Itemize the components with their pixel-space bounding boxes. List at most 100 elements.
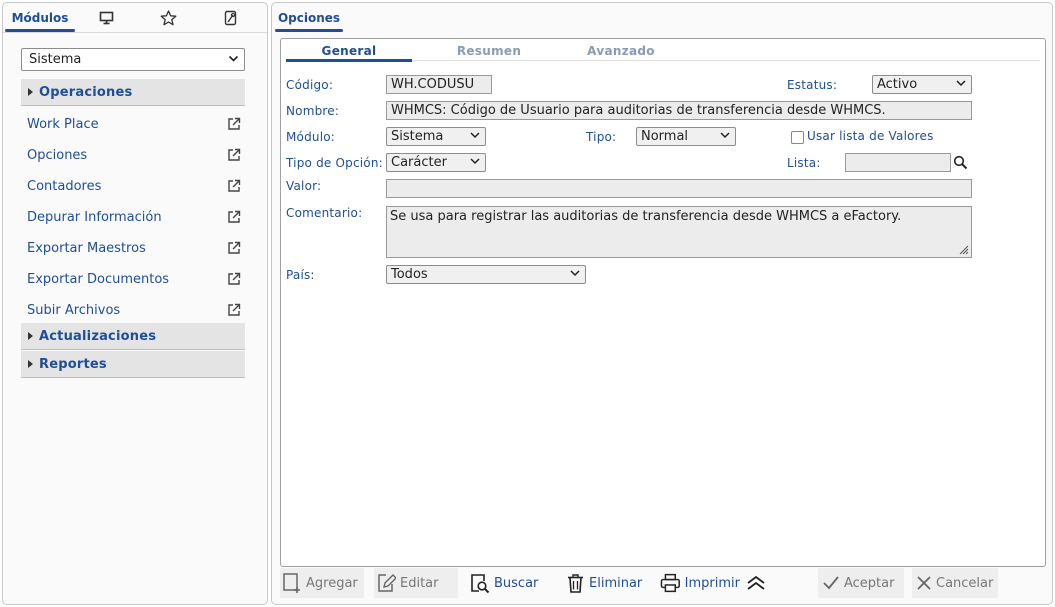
chevron-down-icon xyxy=(470,158,480,165)
tipo-opcion-label: Tipo de Opción: xyxy=(286,156,383,170)
comentario-textarea[interactable]: Se usa para registrar las auditorias de … xyxy=(386,206,972,258)
eliminar-label: Eliminar xyxy=(589,575,643,591)
external-link-icon xyxy=(228,272,241,285)
module-select[interactable]: Sistema xyxy=(21,48,245,71)
search-document-icon xyxy=(471,574,490,594)
editar-label: Editar xyxy=(400,575,439,591)
nombre-input[interactable]: WHMCS: Código de Usuario para auditorias… xyxy=(386,101,972,120)
buscar-label: Buscar xyxy=(494,575,539,591)
section-actualizaciones[interactable]: Actualizaciones xyxy=(21,323,245,350)
chevron-down-icon xyxy=(720,132,730,139)
eliminar-button[interactable]: Eliminar xyxy=(566,568,646,598)
usar-lista-label: Usar lista de Valores xyxy=(807,129,934,143)
section-label: Actualizaciones xyxy=(39,328,157,344)
tipo-value: Normal xyxy=(641,129,689,144)
pais-label: País: xyxy=(286,268,315,282)
subtab-avanzado[interactable]: Avanzado xyxy=(558,41,684,61)
external-link-icon xyxy=(228,303,241,316)
section-operaciones[interactable]: Operaciones xyxy=(21,79,245,106)
caret-right-icon xyxy=(28,332,33,340)
menu-item-label: Exportar Documentos xyxy=(27,271,170,287)
aceptar-label: Aceptar xyxy=(844,575,895,591)
menu-item-subir-archivos[interactable]: Subir Archivos xyxy=(27,299,243,321)
tipo-opcion-select[interactable]: Carácter xyxy=(386,153,486,172)
usar-lista-checkbox[interactable] xyxy=(791,131,804,144)
menu-item-label: Opciones xyxy=(27,147,88,163)
collapse-button[interactable] xyxy=(746,568,770,598)
modules-panel: Módulos Sistema Operaciones Work Place O… xyxy=(2,2,268,605)
menu-item-label: Contadores xyxy=(27,178,102,194)
external-link-icon xyxy=(228,241,241,254)
tab-modulos[interactable]: Módulos xyxy=(5,3,75,33)
chevron-down-icon xyxy=(570,270,580,277)
external-link-icon xyxy=(228,117,241,130)
chevron-down-icon xyxy=(470,132,480,139)
external-link-icon xyxy=(228,148,241,161)
modulo-select[interactable]: Sistema xyxy=(386,127,486,146)
cancelar-button[interactable]: Cancelar xyxy=(912,568,998,598)
tab-opciones[interactable]: Opciones xyxy=(275,3,343,33)
estatus-select[interactable]: Activo xyxy=(872,75,972,94)
menu-item-exportar-maestros[interactable]: Exportar Maestros xyxy=(27,237,243,259)
section-label: Reportes xyxy=(39,356,107,372)
module-select-value: Sistema xyxy=(29,52,82,67)
options-form: General Resumen Avanzado Código: WH.CODU… xyxy=(280,38,1046,567)
caret-right-icon xyxy=(28,88,33,96)
printer-icon xyxy=(660,573,680,593)
resize-grip-icon[interactable] xyxy=(958,244,969,255)
tab-tools[interactable] xyxy=(215,3,245,33)
menu-item-exportar-documentos[interactable]: Exportar Documentos xyxy=(27,268,243,290)
buscar-button[interactable]: Buscar xyxy=(470,568,546,598)
menu-item-work-place[interactable]: Work Place xyxy=(27,113,243,135)
close-icon xyxy=(917,576,931,590)
agregar-label: Agregar xyxy=(306,575,358,591)
caret-right-icon xyxy=(28,360,33,368)
section-reportes[interactable]: Reportes xyxy=(21,351,245,378)
menu-item-contadores[interactable]: Contadores xyxy=(27,175,243,197)
menu-item-label: Work Place xyxy=(27,116,99,132)
search-icon[interactable] xyxy=(953,155,968,170)
tab-favorites[interactable] xyxy=(153,3,183,33)
menu-item-depurar-informacion[interactable]: Depurar Información xyxy=(27,206,243,228)
pais-value: Todos xyxy=(391,267,428,282)
star-icon xyxy=(160,10,176,26)
check-icon xyxy=(823,576,839,590)
codigo-input[interactable]: WH.CODUSU xyxy=(386,75,492,94)
cancelar-label: Cancelar xyxy=(936,575,994,591)
valor-input[interactable] xyxy=(386,179,972,198)
comentario-label: Comentario: xyxy=(286,206,363,220)
monitor-icon xyxy=(99,11,113,25)
tipo-label: Tipo: xyxy=(586,130,617,144)
imprimir-label: Imprimir xyxy=(684,575,740,591)
options-panel: Opciones General Resumen Avanzado Código… xyxy=(271,2,1053,605)
tools-icon xyxy=(224,10,236,26)
menu-item-label: Depurar Información xyxy=(27,209,162,225)
nombre-label: Nombre: xyxy=(286,104,340,118)
menu-item-label: Exportar Maestros xyxy=(27,240,146,256)
aceptar-button[interactable]: Aceptar xyxy=(818,568,904,598)
tipo-opcion-value: Carácter xyxy=(391,155,447,170)
imprimir-button[interactable]: Imprimir xyxy=(660,568,740,598)
external-link-icon xyxy=(228,179,241,192)
estatus-label: Estatus: xyxy=(787,78,838,92)
agregar-button[interactable]: Agregar xyxy=(280,568,364,598)
chevron-down-icon xyxy=(228,55,239,62)
lista-label: Lista: xyxy=(787,156,821,170)
trash-icon xyxy=(568,573,583,593)
pais-select[interactable]: Todos xyxy=(386,265,586,284)
codigo-label: Código: xyxy=(286,78,334,92)
subtab-general[interactable]: General xyxy=(286,41,412,62)
tab-monitor[interactable] xyxy=(91,3,121,33)
modulo-value: Sistema xyxy=(391,129,444,144)
lista-input[interactable] xyxy=(845,153,951,172)
modulo-label: Módulo: xyxy=(286,130,336,144)
add-document-icon xyxy=(283,573,300,593)
subtab-resumen[interactable]: Resumen xyxy=(426,41,552,61)
menu-item-label: Subir Archivos xyxy=(27,302,121,318)
edit-icon xyxy=(378,574,396,592)
tipo-select[interactable]: Normal xyxy=(636,127,736,146)
estatus-value: Activo xyxy=(877,77,918,92)
subtab-bar: General Resumen Avanzado xyxy=(286,41,1040,62)
menu-item-opciones[interactable]: Opciones xyxy=(27,144,243,166)
editar-button[interactable]: Editar xyxy=(374,568,458,598)
